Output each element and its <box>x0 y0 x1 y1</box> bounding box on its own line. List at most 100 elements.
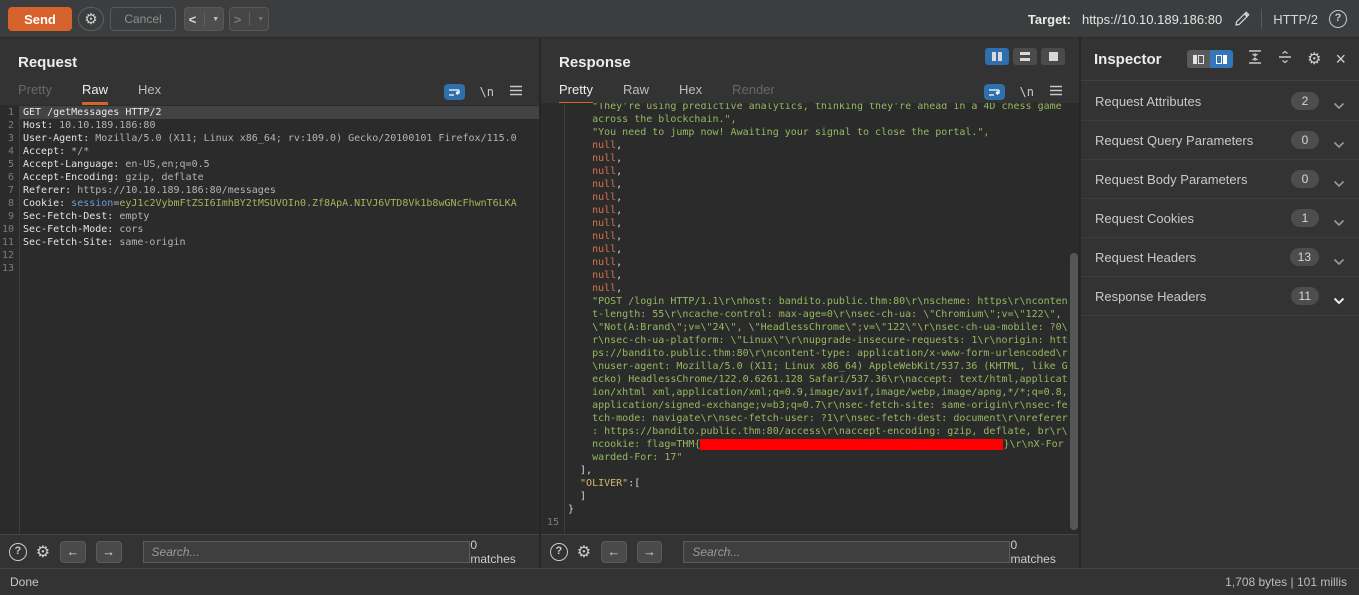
code-line[interactable]: null, <box>541 139 1079 152</box>
layout-rows-icon[interactable] <box>1013 48 1037 65</box>
word-wrap-toggle-icon[interactable] <box>984 84 1005 100</box>
code-line[interactable]: null, <box>541 282 1079 295</box>
dock-left-icon[interactable] <box>1187 50 1210 68</box>
code-line[interactable]: 7Referer: https://10.10.189.186:80/messa… <box>0 184 539 197</box>
response-scrollbar-thumb[interactable] <box>1070 253 1078 530</box>
search-prev-button[interactable]: ← <box>60 541 86 563</box>
code-line[interactable]: 6Accept-Encoding: gzip, deflate <box>0 171 539 184</box>
search-settings-gear-icon[interactable]: ⚙ <box>577 542 591 562</box>
response-search-input[interactable] <box>683 541 1010 563</box>
request-search-input[interactable] <box>143 541 471 563</box>
code-line[interactable]: null, <box>541 269 1079 282</box>
inspector-section-request-body-parameters[interactable]: Request Body Parameters0 <box>1081 160 1359 199</box>
code-segment: , <box>616 192 622 203</box>
code-line[interactable]: "OLIVER":[ <box>541 477 1079 490</box>
response-editor[interactable]: "They're using predictive analytics, thi… <box>541 103 1079 534</box>
tab-pretty[interactable]: Pretty <box>559 82 593 105</box>
code-line[interactable]: tch-mode: navigate\r\nsec-fetch-user: ?1… <box>541 412 1079 425</box>
code-line[interactable]: r\nsec-ch-ua-platform: \"Linux\"\r\nupgr… <box>541 334 1079 347</box>
show-newlines-icon[interactable]: \n <box>1020 85 1034 99</box>
code-line[interactable]: warded-For: 17" <box>541 451 1079 464</box>
code-line[interactable]: 15 <box>541 516 1079 529</box>
code-line[interactable]: 12 <box>0 249 539 262</box>
code-line[interactable]: null, <box>541 204 1079 217</box>
code-line[interactable]: 8Cookie: session=eyJ1c2VybmFtZSI6ImhBY2t… <box>0 197 539 210</box>
code-line[interactable]: t-length: 55\r\ncache-control: max-age=0… <box>541 308 1079 321</box>
tab-hex[interactable]: Hex <box>679 82 702 105</box>
code-line[interactable]: null, <box>541 152 1079 165</box>
inspector-close-icon[interactable]: × <box>1335 52 1346 66</box>
inspector-section-request-headers[interactable]: Request Headers13 <box>1081 238 1359 277</box>
code-line[interactable]: 11Sec-Fetch-Site: same-origin <box>0 236 539 249</box>
search-settings-gear-icon[interactable]: ⚙ <box>36 542 50 562</box>
code-line[interactable]: null, <box>541 165 1079 178</box>
code-line[interactable]: null, <box>541 230 1079 243</box>
code-line[interactable]: null, <box>541 243 1079 256</box>
show-newlines-icon[interactable]: \n <box>480 85 494 99</box>
cancel-button[interactable]: Cancel <box>110 7 176 31</box>
code-segment: Accept: <box>23 146 65 157</box>
code-line[interactable]: : https://bandito.public.thm:80/access\r… <box>541 425 1079 438</box>
status-text: Done <box>10 575 39 589</box>
collapse-all-icon[interactable] <box>1247 50 1263 69</box>
send-button[interactable]: Send <box>8 7 72 31</box>
code-line[interactable]: ion/xhtml xml,application/xml;q=0.9,imag… <box>541 386 1079 399</box>
tab-raw[interactable]: Raw <box>82 82 108 105</box>
code-line[interactable]: \nuser-agent: Mozilla/5.0 (X11; Linux x8… <box>541 360 1079 373</box>
code-line[interactable]: ecko) HeadlessChrome/122.0.6261.128 Safa… <box>541 373 1079 386</box>
editor-menu-icon[interactable] <box>1049 83 1063 101</box>
layout-single-icon[interactable] <box>1041 48 1065 65</box>
code-line[interactable]: application/signed-exchange;v=b3;q=0.7\r… <box>541 399 1079 412</box>
history-back-button[interactable]: < ▼ <box>184 7 224 31</box>
inspector-section-request-cookies[interactable]: Request Cookies1 <box>1081 199 1359 238</box>
dock-right-icon[interactable] <box>1210 50 1233 68</box>
code-line[interactable]: 1GET /getMessages HTTP/2 <box>0 106 539 119</box>
inspector-settings-gear-icon[interactable]: ⚙ <box>1307 49 1321 69</box>
code-segment: ], <box>568 465 592 476</box>
code-segment: across the blockchain.", <box>568 114 737 125</box>
code-segment: null <box>568 270 616 281</box>
code-line[interactable]: ncookie: flag=THM{}\r\nX-For <box>541 438 1079 451</box>
code-line[interactable]: 2Host: 10.10.189.186:80 <box>0 119 539 132</box>
help-icon[interactable]: ? <box>1329 10 1347 28</box>
inspector-section-request-query-parameters[interactable]: Request Query Parameters0 <box>1081 121 1359 160</box>
tab-hex[interactable]: Hex <box>138 82 161 105</box>
code-line[interactable]: null, <box>541 217 1079 230</box>
code-line[interactable]: null, <box>541 256 1079 269</box>
code-line[interactable]: "You need to jump now! Awaiting your sig… <box>541 126 1079 139</box>
code-line[interactable]: 5Accept-Language: en-US,en;q=0.5 <box>0 158 539 171</box>
code-line[interactable]: null, <box>541 191 1079 204</box>
code-segment: Host: <box>23 120 53 131</box>
search-help-icon[interactable]: ? <box>550 543 568 561</box>
code-line[interactable]: "POST /login HTTP/1.1\r\nhost: bandito.p… <box>541 295 1079 308</box>
code-line[interactable]: 10Sec-Fetch-Mode: cors <box>0 223 539 236</box>
expand-all-icon[interactable] <box>1277 50 1293 69</box>
edit-target-pencil-icon[interactable] <box>1233 11 1250 28</box>
back-dropdown-icon[interactable]: ▼ <box>212 16 219 23</box>
search-next-button[interactable]: → <box>637 541 663 563</box>
code-line[interactable]: 4Accept: */* <box>0 145 539 158</box>
response-panel-title: Response <box>559 54 631 71</box>
layout-columns-icon[interactable] <box>985 48 1009 65</box>
send-settings-gear-icon[interactable]: ⚙ <box>78 7 104 31</box>
code-line[interactable]: } <box>541 503 1079 516</box>
code-line[interactable]: ] <box>541 490 1079 503</box>
code-line[interactable]: null, <box>541 178 1079 191</box>
editor-menu-icon[interactable] <box>509 83 523 101</box>
inspector-section-request-attributes[interactable]: Request Attributes2 <box>1081 82 1359 121</box>
word-wrap-toggle-icon[interactable] <box>444 84 465 100</box>
search-help-icon[interactable]: ? <box>9 543 27 561</box>
code-line[interactable]: \"Not(A:Brand\";v=\"24\", \"HeadlessChro… <box>541 321 1079 334</box>
code-line[interactable]: "They're using predictive analytics, thi… <box>541 103 1079 113</box>
code-line[interactable]: 3User-Agent: Mozilla/5.0 (X11; Linux x86… <box>0 132 539 145</box>
inspector-section-response-headers[interactable]: Response Headers11 <box>1081 277 1359 316</box>
search-prev-button[interactable]: ← <box>601 541 627 563</box>
code-line[interactable]: 13 <box>0 262 539 275</box>
code-line[interactable]: across the blockchain.", <box>541 113 1079 126</box>
search-next-button[interactable]: → <box>96 541 122 563</box>
request-editor[interactable]: 1GET /getMessages HTTP/22Host: 10.10.189… <box>0 105 539 534</box>
code-line[interactable]: 9Sec-Fetch-Dest: empty <box>0 210 539 223</box>
tab-raw[interactable]: Raw <box>623 82 649 105</box>
code-line[interactable]: ], <box>541 464 1079 477</box>
code-line[interactable]: ps://bandito.public.thm:80\r\ncontent-ty… <box>541 347 1079 360</box>
